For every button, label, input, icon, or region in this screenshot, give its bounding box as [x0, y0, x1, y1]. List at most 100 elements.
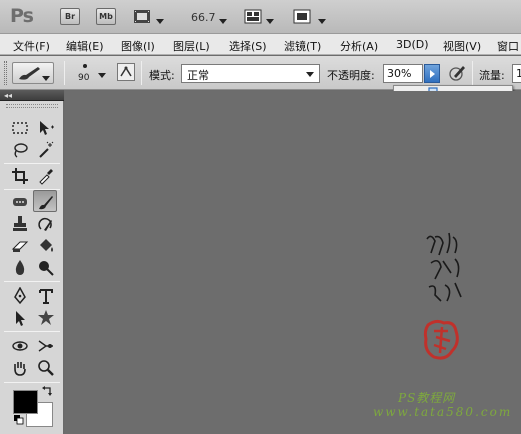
menu-layer[interactable]: 图层(L) — [173, 38, 210, 54]
opacity-slider-toggle[interactable] — [424, 64, 440, 83]
pen-icon — [14, 287, 26, 305]
options-bar-grip[interactable] — [4, 61, 7, 85]
path-select-icon — [16, 311, 25, 326]
type-icon — [39, 289, 53, 304]
healing-brush-tool[interactable] — [8, 191, 32, 213]
clone-stamp-tool[interactable] — [8, 213, 32, 235]
3d-rotate-tool[interactable] — [8, 335, 32, 357]
chevron-down-icon — [42, 71, 50, 84]
crop-icon — [12, 168, 28, 184]
blur-icon — [15, 260, 25, 275]
photoshop-logo: Ps — [10, 5, 34, 27]
arrange-icon — [244, 9, 262, 24]
mode-label: 模式: — [149, 69, 175, 82]
triangle-right-icon — [430, 70, 435, 78]
menu-filter[interactable]: 滤镜(T) — [284, 38, 321, 54]
eraser-tool[interactable] — [8, 235, 32, 257]
hand-icon — [14, 362, 26, 376]
menu-window[interactable]: 窗口 — [497, 38, 519, 54]
chevron-down-icon — [306, 72, 314, 77]
history-brush-icon — [38, 217, 52, 231]
eyedropper-tool[interactable] — [34, 165, 58, 187]
menu-select[interactable]: 选择(S) — [229, 38, 267, 54]
eyedropper-icon — [39, 169, 53, 185]
menu-bar: 文件(F) 编辑(E) 图像(I) 图层(L) 选择(S) 滤镜(T) 分析(A… — [0, 34, 521, 55]
film-strip-icon — [134, 10, 150, 23]
zoom-tool[interactable] — [34, 357, 58, 379]
brush-icon — [19, 67, 40, 80]
blur-tool[interactable] — [8, 257, 32, 279]
arrange-documents-button[interactable] — [244, 9, 262, 27]
brush-size-value: 90 — [78, 73, 90, 83]
launch-mini-bridge-button[interactable]: Mb — [96, 8, 116, 25]
toolbox-header[interactable]: ◂◂ — [0, 90, 64, 101]
zoom-dropdown-chevron-icon[interactable] — [219, 14, 227, 27]
custom-shape-icon — [38, 310, 54, 325]
history-brush-tool[interactable] — [34, 213, 58, 235]
menu-file[interactable]: 文件(F) — [13, 38, 50, 54]
menu-edit[interactable]: 编辑(E) — [66, 38, 104, 54]
magic-wand-tool[interactable] — [34, 139, 58, 161]
blend-mode-value: 正常 — [187, 69, 209, 82]
opacity-input[interactable]: 30% — [383, 64, 423, 83]
menu-image[interactable]: 图像(I) — [121, 38, 155, 54]
dodge-tool[interactable] — [34, 257, 58, 279]
brush-panel-toggle[interactable] — [117, 63, 135, 81]
screen-mode-button[interactable] — [293, 9, 311, 27]
collapse-panel-icon[interactable]: ◂◂ — [4, 91, 12, 100]
watermark-site-name: PS教程网 — [398, 391, 456, 405]
lasso-icon — [14, 143, 28, 158]
menu-3d[interactable]: 3D(D) — [396, 38, 429, 51]
application-bar: Ps Br Mb 66.7 — [0, 0, 521, 34]
brush-panel-icon — [120, 66, 132, 77]
flow-input[interactable]: 1 — [512, 64, 521, 83]
brush-tool[interactable] — [33, 190, 57, 212]
toolbox — [0, 101, 64, 434]
flow-label: 流量: — [479, 69, 505, 82]
zoom-level[interactable]: 66.7 — [191, 11, 216, 24]
pen-tool[interactable] — [8, 285, 32, 307]
screen-mode-icon — [293, 9, 311, 24]
path-selection-tool[interactable] — [8, 307, 32, 329]
custom-shape-tool[interactable] — [34, 307, 58, 329]
menu-analysis[interactable]: 分析(A) — [340, 38, 378, 54]
paint-bucket-tool[interactable] — [34, 235, 58, 257]
swap-colors-icon[interactable] — [42, 385, 54, 397]
hand-tool[interactable] — [8, 357, 32, 379]
view-extras-button[interactable] — [133, 9, 151, 27]
pressure-pen-icon — [449, 66, 465, 81]
opacity-label: 不透明度: — [327, 69, 375, 82]
menu-view[interactable]: 视图(V) — [443, 38, 481, 54]
3d-orbit-tool[interactable] — [34, 335, 58, 357]
chevron-down-icon[interactable] — [156, 14, 164, 27]
launch-bridge-button[interactable]: Br — [60, 8, 80, 25]
3d-rotate-icon — [12, 341, 28, 351]
toolbox-grip[interactable] — [6, 104, 58, 108]
default-colors-icon[interactable] — [14, 415, 24, 425]
zoom-icon — [38, 360, 54, 376]
move-tool[interactable] — [34, 117, 58, 139]
paint-bucket-icon — [40, 239, 53, 252]
red-seal-stamp — [423, 319, 459, 360]
watermark-url: www.tata580.com — [373, 405, 513, 419]
type-tool[interactable] — [34, 285, 58, 307]
clone-stamp-icon — [13, 216, 27, 231]
document-canvas[interactable]: PS教程网 www.tata580.com — [65, 91, 521, 434]
lasso-tool[interactable] — [8, 139, 32, 161]
screen-mode-chevron-icon[interactable] — [318, 14, 326, 27]
rect-marquee-icon — [12, 122, 28, 134]
crop-tool[interactable] — [8, 165, 32, 187]
brush-tip-icon[interactable] — [81, 62, 89, 70]
3d-orbit-icon — [38, 340, 53, 352]
arrange-chevron-icon[interactable] — [266, 14, 274, 27]
blend-mode-select[interactable]: 正常 — [181, 64, 320, 83]
dodge-icon — [39, 261, 54, 276]
tool-preset-picker[interactable] — [12, 62, 54, 84]
rect-marquee-tool[interactable] — [8, 117, 32, 139]
tablet-pressure-opacity-button[interactable] — [447, 63, 467, 83]
move-icon — [40, 121, 54, 135]
eraser-icon — [11, 241, 29, 252]
foreground-color-swatch[interactable] — [13, 390, 38, 414]
calligraphy-watermark — [426, 232, 462, 302]
brush-picker-chevron-icon[interactable] — [98, 68, 106, 81]
